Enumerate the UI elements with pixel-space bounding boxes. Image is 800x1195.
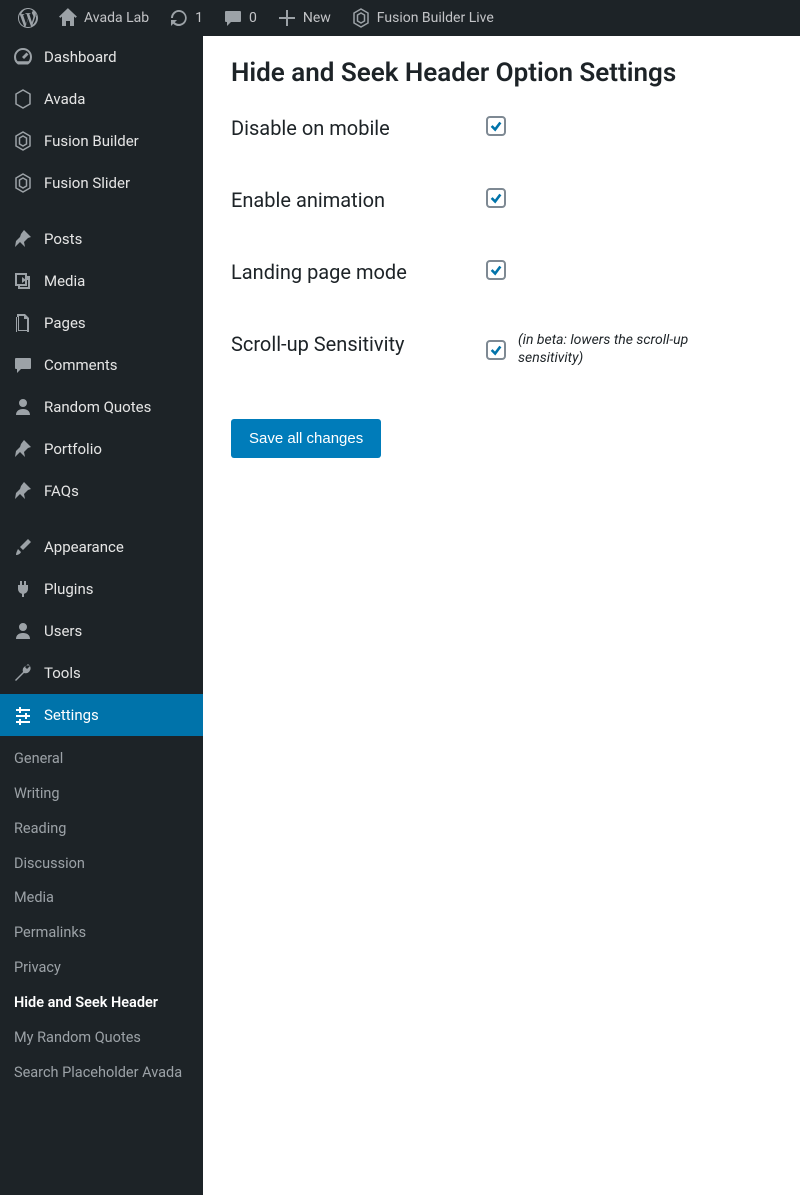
menu-settings[interactable]: Settings <box>0 694 203 736</box>
menu-users[interactable]: Users <box>0 610 203 652</box>
pin-icon <box>12 228 34 250</box>
option-enable-animation: Enable animation <box>231 188 772 212</box>
option-scroll-up-sensitivity-label: Scroll-up Sensitivity <box>231 332 486 356</box>
settings-submenu: General Writing Reading Discussion Media… <box>0 736 203 1100</box>
content-area: Hide and Seek Header Option Settings Dis… <box>203 36 800 1195</box>
menu-faqs[interactable]: FAQs <box>0 470 203 512</box>
option-landing-page-mode: Landing page mode <box>231 260 772 284</box>
user-icon <box>12 620 34 642</box>
menu-pages[interactable]: Pages <box>0 302 203 344</box>
menu-random-quotes[interactable]: Random Quotes <box>0 386 203 428</box>
comments-icon <box>12 354 34 376</box>
pin-icon <box>12 438 34 460</box>
submenu-search-placeholder[interactable]: Search Placeholder Avada <box>0 1056 203 1091</box>
dashboard-icon <box>12 46 34 68</box>
save-button[interactable]: Save all changes <box>231 419 381 458</box>
updates-count: 1 <box>195 10 203 26</box>
submenu-writing[interactable]: Writing <box>0 777 203 812</box>
option-scroll-up-sensitivity-note: (in beta: lowers the scroll-up sensitivi… <box>518 332 718 367</box>
menu-faqs-label: FAQs <box>44 482 79 500</box>
menu-plugins[interactable]: Plugins <box>0 568 203 610</box>
user-quote-icon <box>12 396 34 418</box>
submenu-discussion[interactable]: Discussion <box>0 847 203 882</box>
menu-comments[interactable]: Comments <box>0 344 203 386</box>
option-disable-mobile: Disable on mobile <box>231 116 772 140</box>
menu-fusion-slider-label: Fusion Slider <box>44 174 130 192</box>
new-content-label: New <box>303 10 331 26</box>
menu-random-quotes-label: Random Quotes <box>44 398 151 416</box>
option-disable-mobile-checkbox[interactable] <box>486 116 506 136</box>
wp-logo[interactable] <box>8 0 48 36</box>
avada-icon <box>12 88 34 110</box>
plus-icon <box>277 8 297 28</box>
site-name-link[interactable]: Avada Lab <box>48 0 159 36</box>
submenu-general[interactable]: General <box>0 742 203 777</box>
wordpress-icon <box>18 8 38 28</box>
pin-icon <box>12 480 34 502</box>
page-title: Hide and Seek Header Option Settings <box>231 58 772 88</box>
home-icon <box>58 8 78 28</box>
fusion-builder-live-link[interactable]: Fusion Builder Live <box>341 0 504 36</box>
option-enable-animation-checkbox[interactable] <box>486 188 506 208</box>
fusion-hex-icon <box>351 8 371 28</box>
brush-icon <box>12 536 34 558</box>
menu-dashboard-label: Dashboard <box>44 48 117 66</box>
fusion-slider-icon <box>12 172 34 194</box>
menu-comments-label: Comments <box>44 356 118 374</box>
menu-fusion-builder[interactable]: Fusion Builder <box>0 120 203 162</box>
fusion-builder-live-label: Fusion Builder Live <box>377 10 494 26</box>
admin-bar: Avada Lab 1 0 New Fusion Builder Live <box>0 0 800 36</box>
plug-icon <box>12 578 34 600</box>
submenu-my-random-quotes[interactable]: My Random Quotes <box>0 1021 203 1056</box>
update-icon <box>169 8 189 28</box>
option-disable-mobile-label: Disable on mobile <box>231 116 486 140</box>
menu-fusion-slider[interactable]: Fusion Slider <box>0 162 203 204</box>
submenu-hide-and-seek[interactable]: Hide and Seek Header <box>0 986 203 1021</box>
option-landing-page-mode-label: Landing page mode <box>231 260 486 284</box>
menu-fusion-builder-label: Fusion Builder <box>44 132 139 150</box>
menu-settings-label: Settings <box>44 706 99 724</box>
media-icon <box>12 270 34 292</box>
menu-avada[interactable]: Avada <box>0 78 203 120</box>
menu-pages-label: Pages <box>44 314 86 332</box>
menu-tools[interactable]: Tools <box>0 652 203 694</box>
menu-portfolio[interactable]: Portfolio <box>0 428 203 470</box>
menu-media[interactable]: Media <box>0 260 203 302</box>
pages-icon <box>12 312 34 334</box>
comments-link[interactable]: 0 <box>213 0 267 36</box>
comments-count: 0 <box>249 10 257 26</box>
updates-link[interactable]: 1 <box>159 0 213 36</box>
menu-users-label: Users <box>44 622 82 640</box>
sliders-icon <box>12 704 34 726</box>
menu-posts-label: Posts <box>44 230 82 248</box>
menu-media-label: Media <box>44 272 85 290</box>
submenu-privacy[interactable]: Privacy <box>0 951 203 986</box>
admin-sidebar: Dashboard Avada Fusion Builder Fusion Sl… <box>0 36 203 1195</box>
wrench-icon <box>12 662 34 684</box>
site-name-label: Avada Lab <box>84 10 149 26</box>
comment-icon <box>223 8 243 28</box>
option-enable-animation-label: Enable animation <box>231 188 486 212</box>
menu-avada-label: Avada <box>44 90 85 108</box>
menu-appearance-label: Appearance <box>44 538 124 556</box>
submenu-media[interactable]: Media <box>0 881 203 916</box>
menu-portfolio-label: Portfolio <box>44 440 102 458</box>
menu-appearance[interactable]: Appearance <box>0 526 203 568</box>
submenu-reading[interactable]: Reading <box>0 812 203 847</box>
new-content-link[interactable]: New <box>267 0 341 36</box>
menu-dashboard[interactable]: Dashboard <box>0 36 203 78</box>
submenu-permalinks[interactable]: Permalinks <box>0 916 203 951</box>
menu-posts[interactable]: Posts <box>0 218 203 260</box>
option-landing-page-mode-checkbox[interactable] <box>486 260 506 280</box>
fusion-builder-icon <box>12 130 34 152</box>
menu-tools-label: Tools <box>44 664 81 682</box>
option-scroll-up-sensitivity-checkbox[interactable] <box>486 340 506 360</box>
option-scroll-up-sensitivity: Scroll-up Sensitivity (in beta: lowers t… <box>231 332 772 367</box>
menu-plugins-label: Plugins <box>44 580 93 598</box>
